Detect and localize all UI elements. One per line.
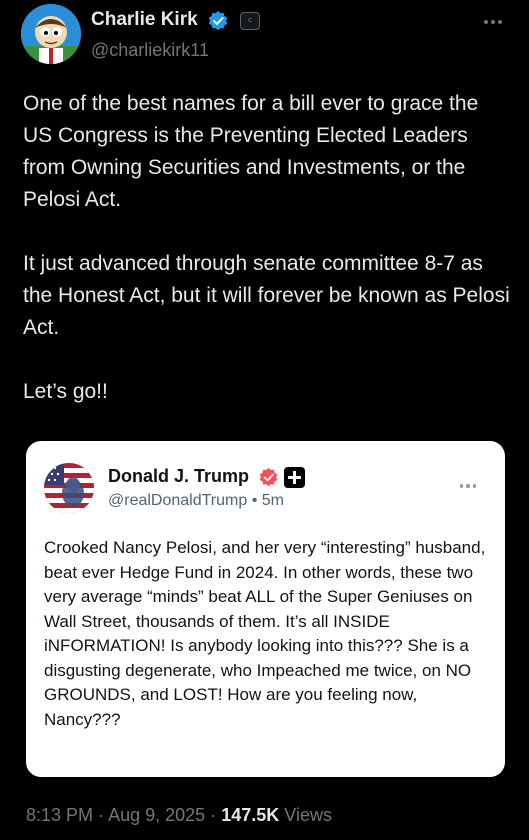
tweet-page: Charlie Kirk C @charliekirk11 One of the…	[0, 0, 529, 840]
post-time[interactable]: 8:13 PM	[26, 805, 93, 825]
affiliate-badge-icon[interactable]: C	[240, 12, 260, 30]
quoted-author-name[interactable]: Donald J. Trump	[108, 466, 249, 487]
quoted-post-card[interactable]: Donald J. Trump @realDonaldTrump • 5m Cr…	[26, 441, 505, 777]
author-handle[interactable]: @charliekirk11	[91, 40, 209, 61]
views-count[interactable]: 147.5K	[221, 805, 279, 825]
plus-badge-icon[interactable]	[284, 467, 305, 488]
flag-portrait-icon	[44, 463, 94, 513]
verified-badge-icon[interactable]	[207, 10, 229, 32]
cartoon-avatar-icon	[21, 4, 81, 64]
post-meta: 8:13 PM · Aug 9, 2025 · 147.5K Views	[26, 805, 332, 826]
verified-badge-icon[interactable]	[258, 467, 279, 488]
quoted-author-avatar[interactable]	[44, 463, 94, 513]
quoted-post-text: Crooked Nancy Pelosi, and her very “inte…	[44, 538, 486, 729]
tweet-paragraph: Let’s go!!	[23, 380, 108, 403]
tweet-paragraph: One of the best names for a bill ever to…	[23, 92, 479, 211]
quoted-handle-row: @realDonaldTrump • 5m	[108, 492, 284, 510]
separator-dot: •	[251, 492, 258, 509]
quoted-author-handle[interactable]: @realDonaldTrump	[108, 492, 247, 509]
more-options-icon[interactable]	[454, 480, 482, 492]
post-date[interactable]: Aug 9, 2025	[108, 805, 205, 825]
views-label: Views	[284, 805, 332, 825]
separator-dot: ·	[210, 805, 217, 825]
tweet-text: One of the best names for a bill ever to…	[23, 88, 513, 408]
tweet-paragraph: It just advanced through senate committe…	[23, 252, 510, 339]
separator-dot: ·	[98, 805, 105, 825]
quoted-post-time[interactable]: 5m	[262, 492, 284, 509]
author-name[interactable]: Charlie Kirk	[91, 9, 198, 31]
author-avatar[interactable]	[21, 4, 81, 64]
more-options-icon[interactable]	[478, 14, 508, 30]
